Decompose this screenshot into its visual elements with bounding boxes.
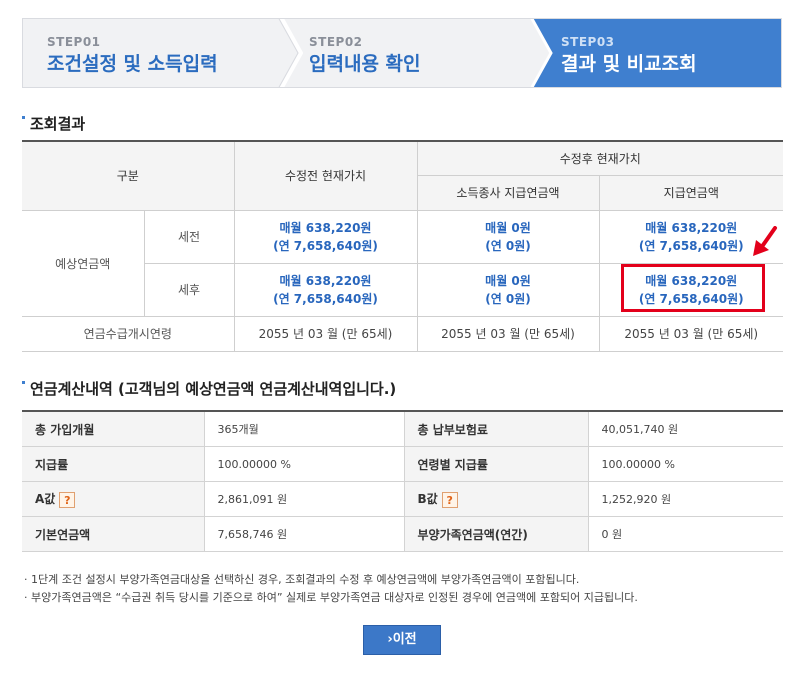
calc-label-age-rate: 연령별 지급률 [403, 446, 589, 482]
calc-section-title: 연금계산내역 (고객님의 예상연금액 연금계산내역입니다.) [22, 378, 396, 399]
calc-table: 총 가입개월 365개월 총 납부보험료 40,051,740 원 지급률 10… [22, 410, 783, 552]
calc-value-payment-rate: 100.00000 % [203, 446, 405, 482]
calc-value-basic-pension: 7,658,746 원 [203, 516, 405, 552]
step-progress-bar: STEP01 조건설정 및 소득입력 STEP02 입력내용 확인 STEP03… [22, 18, 782, 88]
cell-aftertax-before: 매월 638,220원 (연 7,658,640원) [233, 262, 418, 317]
header-after-income: 소득종사 지급연금액 [417, 174, 600, 211]
a-value-help-icon[interactable]: ? [59, 491, 76, 508]
header-before: 수정전 현재가치 [233, 140, 418, 211]
start-age-before: 2055 년 03 월 (만 65세) [233, 315, 418, 352]
calc-value-total-months: 365개월 [203, 410, 405, 447]
step-2-title: 입력내용 확인 [309, 53, 421, 75]
calc-value-b-value: 1,252,920 원 [587, 481, 783, 517]
aftertax-before-yearly: (연 7,658,640원) [273, 291, 378, 306]
aftertax-before-monthly: 매월 638,220원 [279, 273, 372, 288]
calc-label-total-premium: 총 납부보험료 [403, 410, 589, 447]
calc-section-title-text: 연금계산내역 (고객님의 예상연금액 연금계산내역입니다.) [30, 380, 397, 398]
highlight-box [621, 264, 765, 312]
step-1-title: 조건설정 및 소득입력 [47, 53, 218, 75]
calc-label-b-value: B값 [417, 492, 438, 507]
bullet-icon [22, 116, 25, 119]
calc-value-total-premium: 40,051,740 원 [587, 410, 783, 447]
cell-pretax-before: 매월 638,220원 (연 7,658,640원) [233, 209, 418, 264]
calc-value-age-rate: 100.00000 % [587, 446, 783, 482]
aftertax-after-income-yearly: (연 0원) [485, 291, 531, 306]
prev-button-label: 이전 [392, 632, 417, 647]
header-category: 구분 [22, 140, 235, 211]
calc-value-dependent-pension: 0 원 [587, 516, 783, 552]
start-age-label: 연금수급개시연령 [22, 315, 235, 352]
prev-button[interactable]: ›이전 [363, 625, 441, 655]
calc-value-a-value: 2,861,091 원 [203, 481, 405, 517]
result-section-title: 조회결과 [22, 113, 85, 134]
calc-label-total-months: 총 가입개월 [22, 410, 205, 447]
row-label-pretax: 세전 [143, 209, 235, 264]
result-table: 구분 수정전 현재가치 수정후 현재가치 소득종사 지급연금액 지급연금액 예상… [22, 140, 784, 352]
row-label-aftertax: 세후 [144, 262, 235, 317]
step-1-number: STEP01 [47, 35, 101, 49]
bullet-icon [22, 381, 25, 384]
step-3-active: STEP03 결과 및 비교조회 [529, 19, 781, 87]
calc-label-b-value-cell: B값? [403, 481, 589, 517]
b-value-help-icon[interactable]: ? [441, 491, 458, 508]
cell-aftertax-after-income: 매월 0원 (연 0원) [416, 262, 600, 317]
header-after-payment: 지급연금액 [598, 174, 784, 211]
calc-label-dependent-pension: 부양가족연금액(연간) [403, 516, 589, 552]
pretax-after-income-yearly: (연 0원) [485, 238, 531, 253]
step-2-number: STEP02 [309, 35, 363, 49]
start-age-after-payment: 2055 년 03 월 (만 65세) [598, 315, 784, 352]
step-3-number: STEP03 [561, 35, 615, 49]
row-group-label: 예상연금액 [22, 209, 145, 317]
note-item: · 1단계 조건 설정시 부양가족연금대상을 선택하신 경우, 조회결과의 수정… [24, 573, 580, 586]
pretax-before-monthly: 매월 638,220원 [279, 220, 372, 235]
pretax-before-yearly: (연 7,658,640원) [273, 238, 378, 253]
cell-pretax-after-income: 매월 0원 (연 0원) [416, 209, 600, 264]
red-arrow-icon [753, 226, 777, 256]
step-active-chevron-icon [523, 19, 553, 87]
highlight-overlay [600, 262, 783, 315]
note-item: · 부양가족연금액은 “수급권 취득 당시를 기준으로 하여” 실제로 부양가족… [24, 591, 638, 604]
calc-label-payment-rate: 지급률 [22, 446, 205, 482]
calc-label-a-value-cell: A값? [22, 481, 205, 517]
calc-label-a-value: A값 [35, 492, 56, 507]
start-age-after-income: 2055 년 03 월 (만 65세) [416, 315, 600, 352]
result-section-title-text: 조회결과 [30, 115, 86, 133]
step-2: STEP02 입력내용 확인 [285, 19, 533, 87]
pretax-after-income-monthly: 매월 0원 [485, 220, 531, 235]
calc-label-basic-pension: 기본연금액 [22, 516, 205, 552]
aftertax-after-income-monthly: 매월 0원 [485, 273, 531, 288]
notes: · 1단계 조건 설정시 부양가족연금대상을 선택하신 경우, 조회결과의 수정… [24, 571, 638, 607]
step-3-title: 결과 및 비교조회 [561, 53, 697, 75]
header-after-group: 수정후 현재가치 [416, 140, 784, 176]
step-1: STEP01 조건설정 및 소득입력 [23, 19, 278, 87]
